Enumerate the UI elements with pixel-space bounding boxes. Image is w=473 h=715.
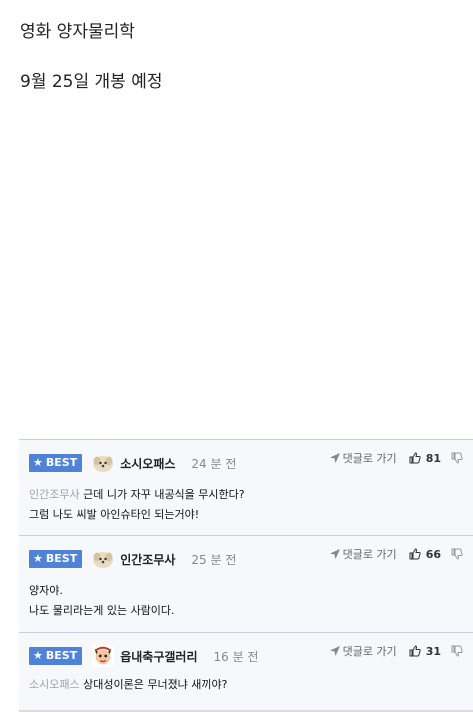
go-to-reply-link[interactable]: 댓글로 가기 [329, 546, 397, 562]
comment-time: 25 분 전 [191, 552, 237, 567]
post-title-line: 영화 양자물리학 [20, 22, 135, 42]
comment-text-line: 상대성이론은 무너졌냐 새끼야? [83, 678, 228, 691]
mention-link[interactable]: 인간조무사 [29, 488, 80, 501]
comment-text-line: 나도 물리라는게 있는 사람이다. [29, 604, 175, 617]
like-count: 31 [425, 644, 441, 658]
comment-body: 소시오패스 상대성이론은 무너졌냐 새끼야? [29, 675, 228, 695]
avatar[interactable] [92, 645, 115, 667]
thumbs-down-icon [451, 645, 463, 657]
best-badge: ★ BEST [29, 550, 83, 568]
star-icon: ★ [33, 649, 43, 662]
comment-author[interactable]: 인간조무사 [120, 551, 175, 568]
avatar[interactable] [92, 452, 114, 474]
dislike-button[interactable] [451, 548, 463, 560]
comment-item: ★ BEST 소시오패스 24 분 전 댓글로 가기 81 인간조무사 근데 니… [19, 440, 473, 536]
like-button[interactable]: 81 [409, 452, 441, 465]
like-count: 81 [425, 451, 441, 465]
comment-text-line: 그럼 나도 씨발 아인슈타인 되는거야! [29, 508, 200, 521]
best-badge: ★ BEST [29, 454, 83, 472]
comment-body: 인간조무사 근데 니가 자꾸 내공식을 무시한다? 그럼 나도 씨발 아인슈타인… [29, 485, 245, 525]
thumbs-down-icon [451, 548, 463, 560]
thumbs-up-icon [409, 452, 421, 464]
comment-time: 16 분 전 [213, 649, 259, 664]
like-button[interactable]: 66 [409, 548, 441, 561]
comment-item: ★ BEST 인간조무사 25 분 전 댓글로 가기 66 양자야. 나도 물리… [19, 536, 473, 633]
comment-item: ★ BEST 읍내축구갤러리 16 분 전 댓글로 가기 31 소시오패스 상대… [19, 633, 473, 710]
comment-text-line: 근데 니가 자꾸 내공식을 무시한다? [83, 488, 245, 501]
comment-text-line: 양자야. [29, 584, 63, 597]
send-arrow-icon [329, 646, 340, 656]
best-badge-label: BEST [45, 552, 78, 565]
divider [19, 710, 473, 712]
go-to-reply-label: 댓글로 가기 [342, 452, 397, 465]
send-arrow-icon [329, 453, 340, 463]
thumbs-down-icon [451, 452, 463, 464]
best-badge: ★ BEST [29, 647, 83, 665]
send-arrow-icon [329, 549, 340, 559]
best-badge-label: BEST [45, 649, 78, 662]
go-to-reply-label: 댓글로 가기 [342, 645, 397, 658]
thumbs-up-icon [409, 548, 421, 560]
dislike-button[interactable] [451, 452, 463, 464]
go-to-reply-label: 댓글로 가기 [342, 548, 397, 561]
star-icon: ★ [33, 456, 43, 469]
comment-author[interactable]: 읍내축구갤러리 [120, 648, 197, 665]
star-icon: ★ [33, 552, 43, 565]
avatar[interactable] [92, 548, 114, 570]
best-badge-label: BEST [45, 456, 78, 469]
dislike-button[interactable] [451, 645, 463, 657]
mention-link[interactable]: 소시오패스 [29, 678, 80, 691]
like-count: 66 [425, 547, 441, 561]
best-comments-list: ★ BEST 소시오패스 24 분 전 댓글로 가기 81 인간조무사 근데 니… [19, 439, 473, 710]
comment-body: 양자야. 나도 물리라는게 있는 사람이다. [29, 581, 175, 621]
post-release-line: 9월 25일 개봉 예정 [20, 72, 163, 92]
comment-time: 24 분 전 [191, 456, 237, 471]
go-to-reply-link[interactable]: 댓글로 가기 [329, 643, 397, 659]
thumbs-up-icon [409, 645, 421, 657]
like-button[interactable]: 31 [409, 645, 441, 658]
comment-author[interactable]: 소시오패스 [120, 455, 175, 472]
go-to-reply-link[interactable]: 댓글로 가기 [329, 450, 397, 466]
